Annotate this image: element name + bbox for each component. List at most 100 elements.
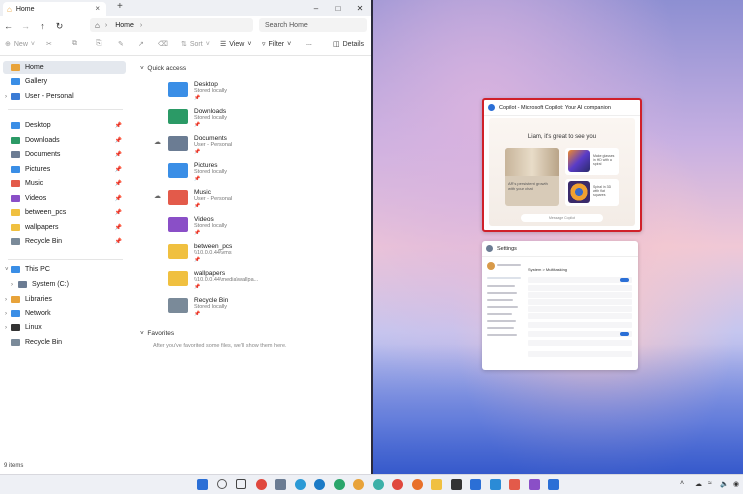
search-input[interactable]: Search Home xyxy=(259,18,367,32)
copilot-window-title: Copilot - Microsoft Copilot: Your AI com… xyxy=(499,104,611,111)
paint-icon[interactable] xyxy=(509,479,520,490)
up-icon[interactable]: ↑ xyxy=(34,21,51,31)
chevron-down-icon[interactable]: ˅ xyxy=(5,267,9,273)
snap-thumbnail-settings[interactable]: Settings System > Multitasking xyxy=(482,241,638,370)
start-icon[interactable] xyxy=(197,479,208,490)
snap-thumbnail-copilot[interactable]: Copilot - Microsoft Copilot: Your AI com… xyxy=(482,98,642,232)
new-button[interactable]: ⊕ New ˅ xyxy=(5,40,35,49)
edge-dev-icon[interactable] xyxy=(333,479,345,490)
address-bar[interactable]: ⌂ › Home › xyxy=(90,18,253,32)
quick-access-item[interactable]: Recycle Bin Stored locally 📌 xyxy=(168,295,358,321)
chevron-right-icon[interactable]: › xyxy=(5,325,7,331)
quick-access-item[interactable]: between_pcs \\10.0.0.44\vms 📌 xyxy=(168,241,358,267)
home-icon: ⌂ xyxy=(95,20,100,30)
sidebar-item-this-pc[interactable]: ˅ This PC xyxy=(3,263,126,276)
details-button[interactable]: ◫ Details xyxy=(333,40,364,49)
sidebar-item-libraries[interactable]: › Libraries xyxy=(3,293,126,306)
more-button[interactable]: ... xyxy=(306,40,312,47)
edge-icon[interactable] xyxy=(294,479,306,490)
sidebar-item-system-c-[interactable]: › System (C:) xyxy=(3,278,126,291)
sidebar-item-linux[interactable]: › Linux xyxy=(3,321,126,334)
forward-icon[interactable]: → xyxy=(17,21,34,31)
sidebar-item-home[interactable]: Home xyxy=(3,61,126,74)
sort-button[interactable]: ⇅ Sort ˅ xyxy=(181,40,210,49)
chevron-right-icon[interactable]: › xyxy=(5,297,7,303)
filter-button[interactable]: ▿ Filter ˅ xyxy=(262,40,291,49)
view-icon: ☰ xyxy=(220,41,227,48)
firefox-icon[interactable] xyxy=(411,479,423,490)
settings-icon[interactable] xyxy=(275,479,286,490)
terminal-icon[interactable] xyxy=(450,479,462,490)
snipping-icon[interactable] xyxy=(528,479,540,490)
chevron-right-icon[interactable]: › xyxy=(5,311,7,317)
close-tab-icon[interactable]: × xyxy=(95,4,100,13)
quick-access-location: Stored locally xyxy=(194,169,228,175)
copy-icon[interactable]: ⧉ xyxy=(72,40,77,48)
notification-icon[interactable]: ◉ xyxy=(733,480,739,488)
task-view-icon[interactable] xyxy=(236,479,246,489)
sidebar-item-music[interactable]: Music 📌 xyxy=(3,177,126,190)
search-icon[interactable] xyxy=(216,479,227,489)
sidebar-item-videos[interactable]: Videos 📌 xyxy=(3,192,126,205)
chevron-right-icon[interactable]: › xyxy=(11,282,13,288)
paste-icon[interactable]: ⎘ xyxy=(96,40,102,48)
view-button[interactable]: ☰ View ˅ xyxy=(220,40,251,49)
quick-access-header[interactable]: ˅ Quick access xyxy=(140,65,186,72)
quick-access-item[interactable]: ☁ Documents User - Personal 📌 xyxy=(154,133,358,159)
videos-icon xyxy=(11,194,20,202)
avatar xyxy=(487,262,495,270)
sidebar-item-recycle-bin[interactable]: Recycle Bin xyxy=(3,336,126,349)
tab-home[interactable]: ⌂ Home × xyxy=(3,2,106,16)
sidebar-item-documents[interactable]: Documents 📌 xyxy=(3,148,126,161)
rename-icon[interactable]: ✎ xyxy=(118,40,124,48)
sidebar-item-label: Recycle Bin xyxy=(25,339,62,346)
store-icon[interactable] xyxy=(470,479,481,490)
maximize-icon[interactable]: □ xyxy=(327,0,349,16)
tab-bar: ⌂ Home × + – □ ✕ xyxy=(0,0,371,16)
new-tab-button[interactable]: + xyxy=(117,1,123,12)
pictures-icon xyxy=(11,165,20,173)
volume-icon[interactable]: 🔈 xyxy=(720,480,729,488)
notepad-icon[interactable] xyxy=(489,479,501,490)
snap-divider[interactable] xyxy=(371,0,373,474)
quick-access-item[interactable]: ☁ Music User - Personal 📌 xyxy=(154,187,358,213)
sidebar-item-pictures[interactable]: Pictures 📌 xyxy=(3,163,126,176)
delete-icon[interactable]: ⌫ xyxy=(158,40,168,48)
copilot-icon[interactable] xyxy=(372,479,384,490)
network-icon[interactable]: ☁ xyxy=(695,480,702,488)
quick-access-item[interactable]: Desktop Stored locally 📌 xyxy=(168,79,358,105)
file-explorer-icon[interactable] xyxy=(431,479,442,490)
pin-icon: 📌 xyxy=(194,284,201,290)
sidebar-item-user-personal[interactable]: › User - Personal xyxy=(3,90,126,103)
sidebar-item-gallery[interactable]: Gallery xyxy=(3,75,126,88)
sidebar-item-downloads[interactable]: Downloads 📌 xyxy=(3,134,126,147)
edge-beta-icon[interactable] xyxy=(314,479,325,490)
edge-canary-icon[interactable] xyxy=(353,479,364,490)
chevron-right-icon[interactable]: › xyxy=(5,94,7,100)
share-icon[interactable]: ↗ xyxy=(138,40,144,48)
chevron-up-icon[interactable]: ˄ xyxy=(680,480,684,487)
sidebar-item-network[interactable]: › Network xyxy=(3,307,126,320)
sidebar-item-desktop[interactable]: Desktop 📌 xyxy=(3,119,126,132)
chrome-icon[interactable] xyxy=(255,479,267,490)
sidebar-item-wallpapers[interactable]: wallpapers 📌 xyxy=(3,221,126,234)
copilot-2-icon[interactable] xyxy=(548,479,559,490)
back-icon[interactable]: ← xyxy=(0,21,17,31)
sidebar-item-label: Music xyxy=(25,180,44,187)
quick-access-item[interactable]: Downloads Stored locally 📌 xyxy=(168,106,358,132)
cut-icon[interactable]: ✂ xyxy=(46,40,52,48)
pin-icon: 📌 xyxy=(114,195,122,202)
sidebar-item-between-pcs[interactable]: between_pcs 📌 xyxy=(3,206,126,219)
favorites-header[interactable]: ˅ Favorites xyxy=(140,330,174,337)
close-icon[interactable]: ✕ xyxy=(349,0,371,16)
sidebar-item-label: System (C:) xyxy=(32,281,69,288)
wifi-icon[interactable]: ≈ xyxy=(708,480,712,487)
pin-icon: 📌 xyxy=(114,210,122,216)
quick-access-item[interactable]: wallpapers \\10.0.0.44\media\wallpa... 📌 xyxy=(168,268,358,294)
quick-access-item[interactable]: Videos Stored locally 📌 xyxy=(168,214,358,240)
quick-access-item[interactable]: Pictures Stored locally 📌 xyxy=(168,160,358,186)
refresh-icon[interactable]: ↻ xyxy=(51,21,68,32)
chrome-2-icon[interactable] xyxy=(392,479,403,490)
sidebar-item-recycle-bin[interactable]: Recycle Bin 📌 xyxy=(3,235,126,248)
minimize-icon[interactable]: – xyxy=(305,0,327,16)
